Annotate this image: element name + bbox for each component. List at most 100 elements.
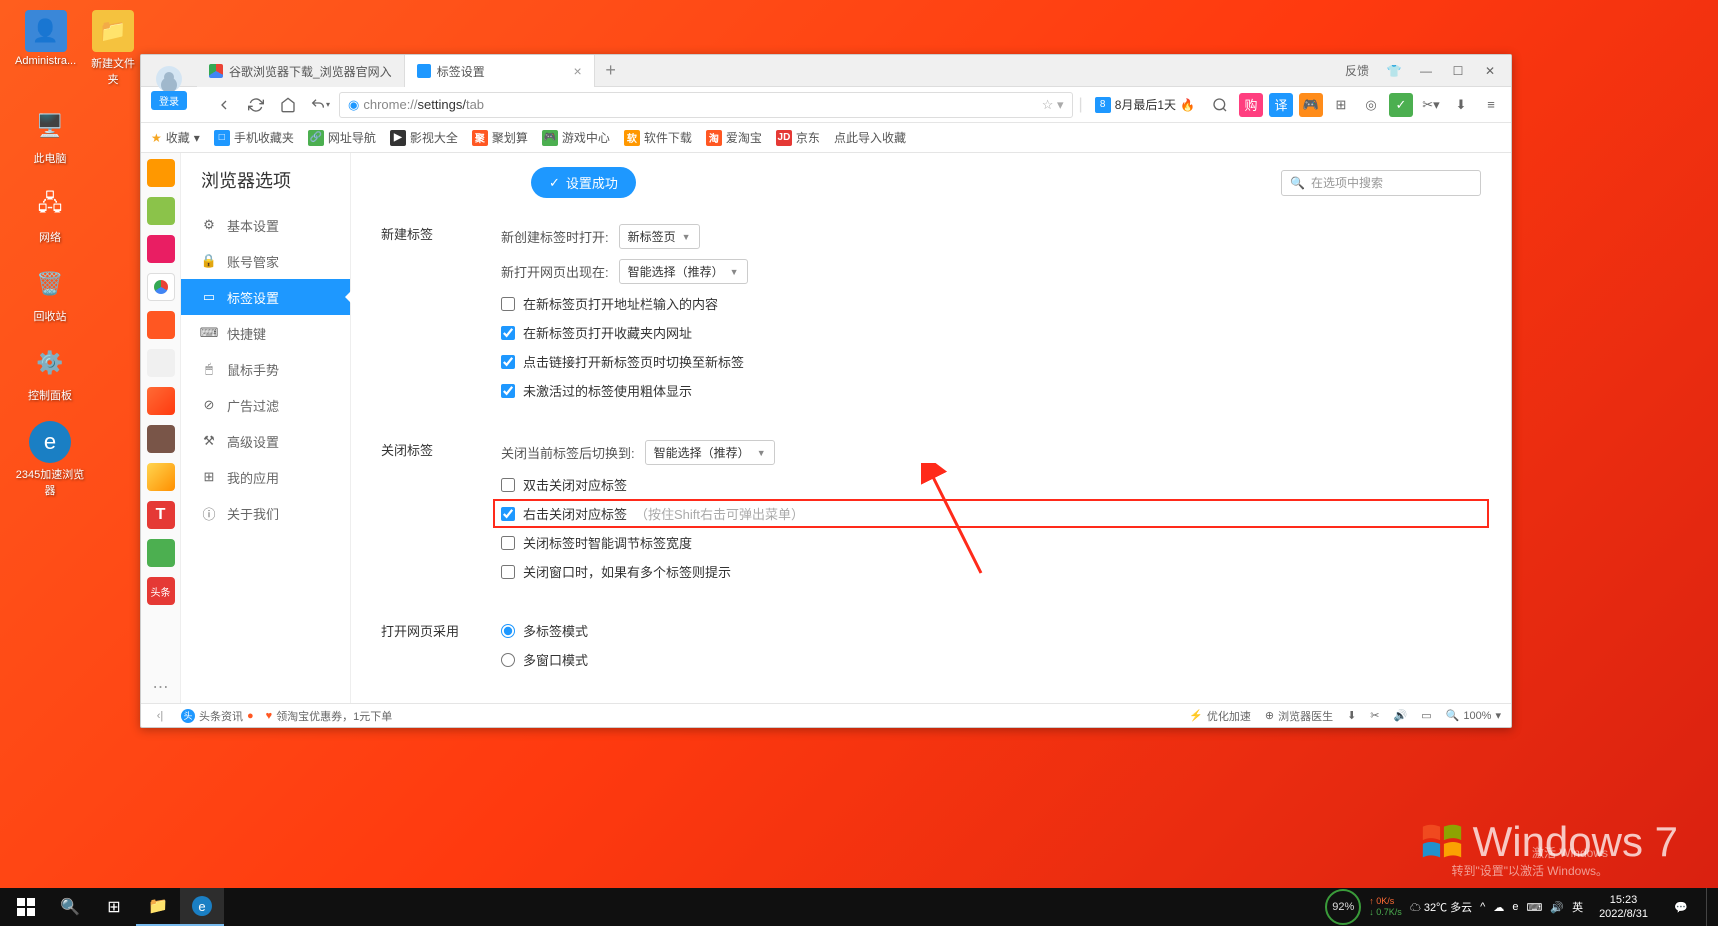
nav-shortcut[interactable]: ⌨快捷键 <box>181 315 350 351</box>
bm-mobile[interactable]: □手机收藏夹 <box>214 129 294 146</box>
nav-account[interactable]: 🔒账号管家 <box>181 243 350 279</box>
desktop-icon-folder[interactable]: 📁新建文件夹 <box>86 10 140 87</box>
tray-expand-icon[interactable]: ^ <box>1480 901 1485 913</box>
rail-chrome-icon[interactable] <box>147 273 175 301</box>
rail-news-icon[interactable]: 头条 <box>147 577 175 605</box>
rail-blank-icon[interactable] <box>147 349 175 377</box>
show-desktop-button[interactable] <box>1706 888 1712 926</box>
tray-onedrive-icon[interactable]: ☁ <box>1493 901 1504 914</box>
collapse-rail-button[interactable]: ‹| <box>151 707 169 725</box>
bm-import[interactable]: 点此导入收藏 <box>834 129 906 146</box>
desktop-icon-control[interactable]: ⚙️控制面板 <box>15 342 85 403</box>
select-new-tab-open[interactable]: 新标签页▼ <box>619 224 700 249</box>
undo-button[interactable]: ▾ <box>307 92 333 118</box>
new-tab-button[interactable]: + <box>595 55 627 86</box>
search-input[interactable]: 🔍在选项中搜索 <box>1281 170 1481 196</box>
favorites-button[interactable]: ★收藏 ▾ <box>151 129 200 146</box>
rb-multi-window[interactable]: 多窗口模式 <box>501 650 1481 669</box>
select-close-switch[interactable]: 智能选择（推荐）▼ <box>645 440 775 465</box>
bm-taobao[interactable]: 淘爱淘宝 <box>706 129 762 146</box>
rail-fire-icon[interactable] <box>147 463 175 491</box>
sb-news[interactable]: 头头条资讯● <box>181 708 254 724</box>
cb-fav-newtab[interactable]: 在新标签页打开收藏夹内网址 <box>501 323 1481 342</box>
sb-zoom[interactable]: 🔍 100% ▾ <box>1446 709 1501 722</box>
rail-w-icon[interactable] <box>147 235 175 263</box>
clock[interactable]: 15:23 2022/8/31 <box>1591 893 1656 922</box>
login-button[interactable]: 登录 <box>151 91 187 110</box>
target-icon[interactable]: ◎ <box>1359 93 1383 117</box>
nav-adblock[interactable]: ⊘广告过滤 <box>181 387 350 423</box>
cb-close-warn[interactable]: 关闭窗口时，如果有多个标签则提示 <box>501 562 1481 581</box>
nav-about[interactable]: ⓘ关于我们 <box>181 495 350 531</box>
rail-more-icon[interactable]: ⋯ <box>153 677 169 703</box>
promo-link[interactable]: 8 8月最后1天 🔥 <box>1089 96 1201 113</box>
nav-tabs[interactable]: ▭标签设置 <box>181 279 350 315</box>
login-area[interactable]: 登录 <box>141 53 197 103</box>
notifications-button[interactable]: 💬 <box>1664 888 1698 926</box>
feedback-link[interactable]: 反馈 <box>1337 62 1377 79</box>
translate-icon[interactable]: 译 <box>1269 93 1293 117</box>
minimize-button[interactable]: — <box>1411 60 1441 82</box>
search-button[interactable]: 🔍 <box>48 888 92 926</box>
cpu-meter[interactable]: 92% <box>1325 889 1361 925</box>
desktop-icon-network[interactable]: 🖧网络 <box>15 184 85 245</box>
rail-star-icon[interactable] <box>147 159 175 187</box>
star-icon[interactable]: ☆ ▾ <box>1042 97 1064 113</box>
menu-icon[interactable]: ≡ <box>1479 93 1503 117</box>
cb-addr-newtab[interactable]: 在新标签页打开地址栏输入的内容 <box>501 294 1481 313</box>
nav-apps[interactable]: ⊞我的应用 <box>181 459 350 495</box>
sb-download-icon[interactable]: ⬇ <box>1347 709 1356 722</box>
browser-taskbar-button[interactable]: e <box>180 888 224 926</box>
explorer-button[interactable]: 📁 <box>136 888 180 926</box>
close-icon[interactable]: × <box>574 63 582 79</box>
sb-coupon[interactable]: ♥领淘宝优惠券，1元下单 <box>266 708 393 724</box>
rail-t-icon[interactable]: T <box>147 501 175 529</box>
bm-deal[interactable]: 聚聚划算 <box>472 129 528 146</box>
skin-icon[interactable]: 👕 <box>1379 60 1409 82</box>
desktop-icon-pc[interactable]: 🖥️此电脑 <box>15 105 85 166</box>
bm-soft[interactable]: 软软件下载 <box>624 129 692 146</box>
sb-sound-icon[interactable]: 🔊 <box>1394 709 1408 722</box>
tab-chrome[interactable]: 谷歌浏览器下载_浏览器官网入 <box>197 55 405 87</box>
download-icon[interactable]: ⬇ <box>1449 93 1473 117</box>
game-icon[interactable]: 🎮 <box>1299 93 1323 117</box>
refresh-button[interactable] <box>243 92 269 118</box>
cb-switch-newtab[interactable]: 点击链接打开新标签页时切换至新标签 <box>501 352 1481 371</box>
bm-jd[interactable]: JD京东 <box>776 129 820 146</box>
rail-clock-icon[interactable] <box>147 197 175 225</box>
bm-nav[interactable]: 🔗网址导航 <box>308 129 376 146</box>
nav-advanced[interactable]: ⚒高级设置 <box>181 423 350 459</box>
bm-game[interactable]: 🎮游戏中心 <box>542 129 610 146</box>
taskview-button[interactable]: ⊞ <box>92 888 136 926</box>
ime-indicator[interactable]: 英 <box>1572 899 1583 915</box>
tray-keyboard-icon[interactable]: ⌨ <box>1526 901 1542 914</box>
tray-browser-icon[interactable]: e <box>1512 901 1518 913</box>
rail-s-icon[interactable] <box>147 311 175 339</box>
sb-cut-icon[interactable]: ✂ <box>1370 709 1379 722</box>
select-new-page-pos[interactable]: 智能选择（推荐）▼ <box>619 259 748 284</box>
sb-doctor[interactable]: ⊕浏览器医生 <box>1265 708 1333 724</box>
home-button[interactable] <box>275 92 301 118</box>
close-button[interactable]: ✕ <box>1475 60 1505 82</box>
rail-iqiyi-icon[interactable] <box>147 539 175 567</box>
sb-optimize[interactable]: ⚡优化加速 <box>1189 708 1251 724</box>
rail-game-icon[interactable] <box>147 387 175 415</box>
tray-sound-icon[interactable]: 🔊 <box>1550 901 1564 914</box>
tab-settings[interactable]: 标签设置 × <box>405 55 595 87</box>
rail-dragon-icon[interactable] <box>147 425 175 453</box>
cb-rightclick-close[interactable]: 右击关闭对应标签（按住Shift右击可弹出菜单） <box>501 504 804 523</box>
start-button[interactable] <box>4 888 48 926</box>
nav-mouse[interactable]: 🖱鼠标手势 <box>181 351 350 387</box>
cb-smart-width[interactable]: 关闭标签时智能调节标签宽度 <box>501 533 1481 552</box>
sb-window-icon[interactable]: ▭ <box>1421 709 1431 722</box>
back-button[interactable] <box>211 92 237 118</box>
desktop-icon-admin[interactable]: 👤Administra... <box>15 10 76 87</box>
desktop-icon-recycle[interactable]: 🗑️回收站 <box>15 263 85 324</box>
apps-icon[interactable]: ⊞ <box>1329 93 1353 117</box>
nav-basic[interactable]: ⚙基本设置 <box>181 207 350 243</box>
shop-icon[interactable]: 购 <box>1239 93 1263 117</box>
net-speed[interactable]: ↑ 0K/s ↓ 0.7K/s <box>1369 896 1402 918</box>
weather-tray[interactable]: ☁ 32℃ 多云 <box>1410 899 1472 915</box>
cut-icon[interactable]: ✂▾ <box>1419 93 1443 117</box>
search-button[interactable] <box>1207 92 1233 118</box>
